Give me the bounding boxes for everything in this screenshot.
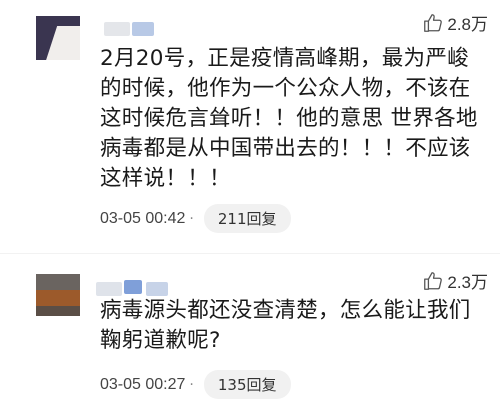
comment-time: 03-05 00:42	[100, 209, 186, 227]
username-blurred[interactable]	[96, 282, 122, 296]
user-avatar[interactable]	[36, 16, 80, 60]
reply-button[interactable]: 135回复	[203, 370, 291, 399]
reply-button[interactable]: 211回复	[203, 204, 291, 233]
thumbs-up-icon	[424, 13, 443, 32]
like-button[interactable]: 2.3万	[422, 268, 488, 293]
meta-separator: ·	[189, 210, 194, 227]
comment-text: 病毒源头都还没查清楚，怎么能让我们鞠躬道歉呢?	[100, 298, 471, 353]
avatar-shape	[36, 274, 80, 290]
comment-meta: 03-05 00:42 · 211回复	[100, 204, 291, 233]
comment-meta: 03-05 00:27 · 135回复	[100, 370, 291, 399]
user-avatar[interactable]	[36, 274, 80, 316]
username-blurred[interactable]	[104, 22, 130, 36]
avatar-shape	[36, 306, 80, 316]
comment-text: 2月20号，正是疫情高峰期，最为严峻的时候，他作为一个公众人物，不该在这时候危言…	[100, 46, 478, 191]
username-blurred[interactable]	[124, 280, 142, 294]
avatar-shape	[36, 290, 80, 306]
meta-separator: ·	[189, 376, 194, 393]
username-blurred[interactable]	[132, 22, 154, 36]
username-blurred[interactable]	[146, 282, 168, 296]
comment-time: 03-05 00:27	[100, 375, 186, 393]
like-button[interactable]: 2.8万	[422, 10, 488, 35]
comment-item: 2.8万 2月20号，正是疫情高峰期，最为严峻的时候，他作为一个公众人物，不该在…	[0, 0, 500, 252]
like-count: 2.3万	[447, 273, 488, 292]
like-count: 2.8万	[447, 15, 488, 34]
thumbs-up-icon	[424, 271, 443, 290]
divider	[0, 253, 500, 254]
comment-item: 2.3万 病毒源头都还没查清楚，怎么能让我们鞠躬道歉呢? 03-05 00:27…	[0, 258, 500, 409]
